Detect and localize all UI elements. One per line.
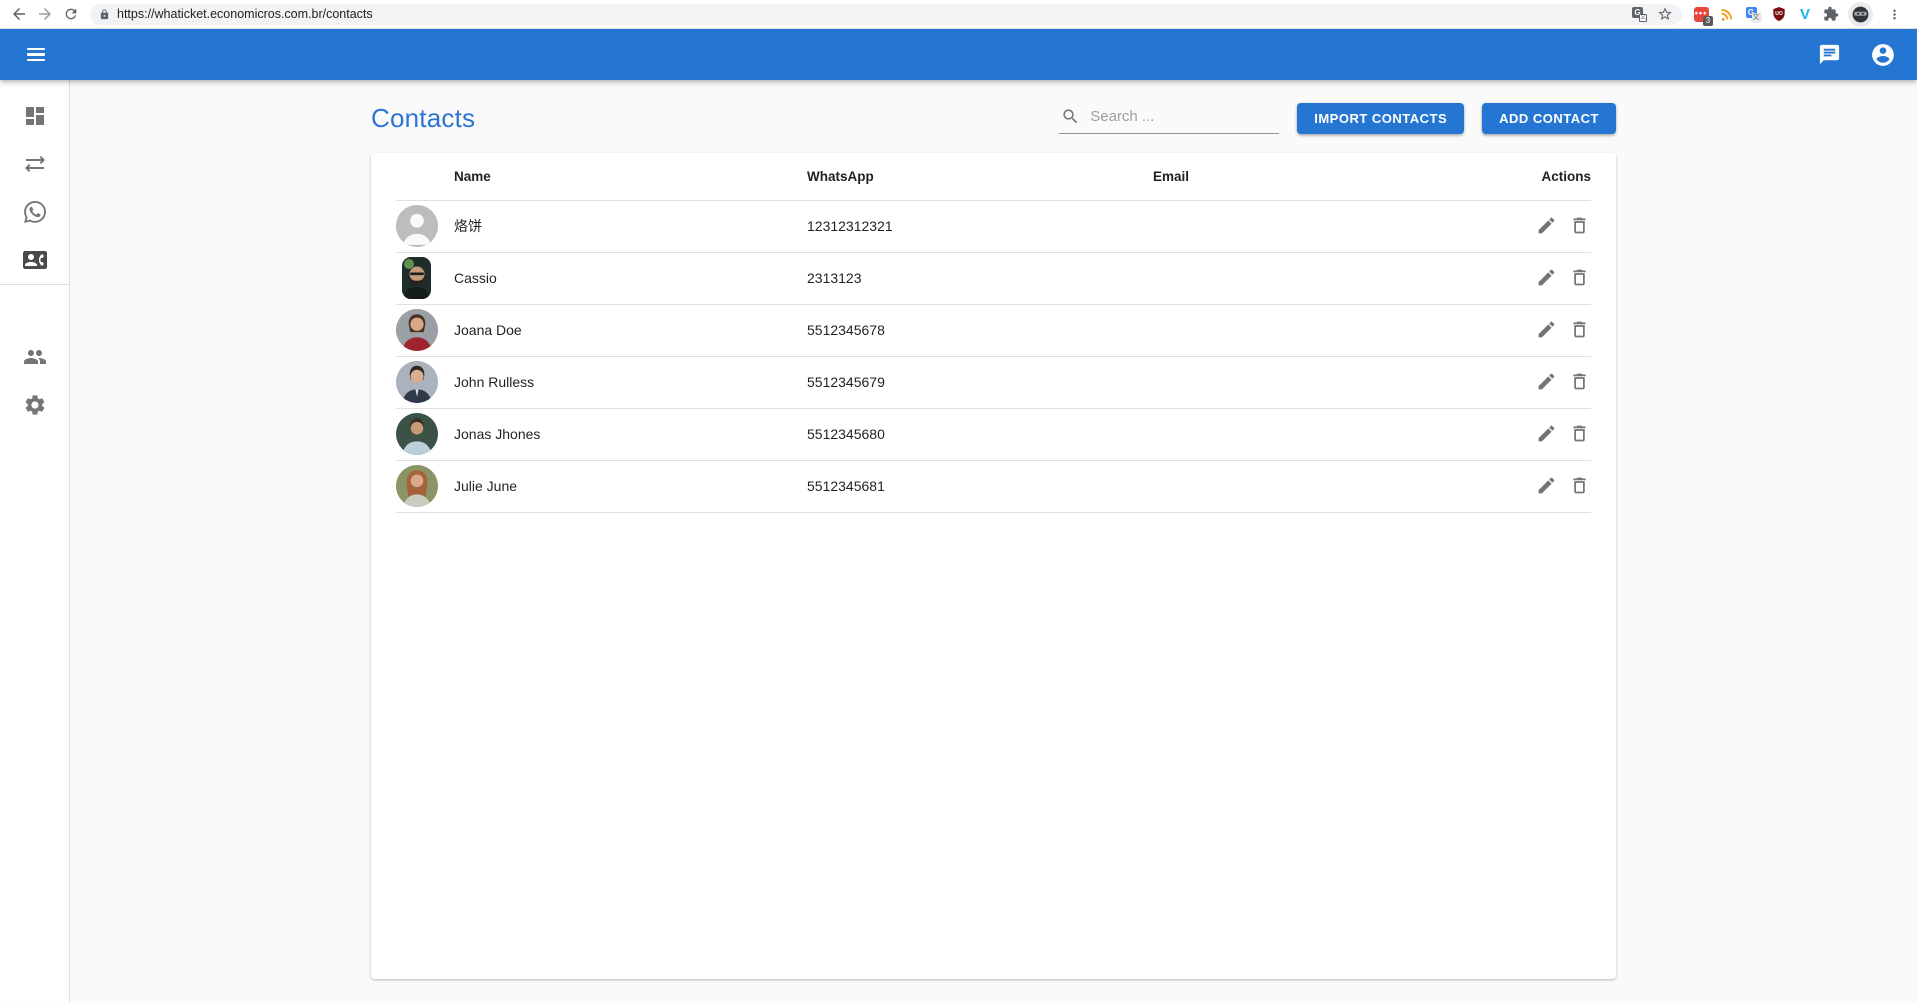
contact-email [1153,200,1461,252]
contact-email [1153,460,1461,512]
delete-trash-icon[interactable] [1567,213,1591,237]
delete-trash-icon[interactable] [1567,473,1591,497]
connections-sync-icon [23,152,47,176]
translate-page-icon[interactable]: G文 [1632,7,1647,22]
add-contact-button[interactable]: ADD CONTACT [1482,103,1616,134]
contact-name: John Rulless [454,356,807,408]
edit-pencil-icon[interactable] [1534,473,1558,497]
svg-text:UO: UO [1775,11,1783,17]
table-row: Cassio 2313123 [396,252,1591,304]
table-row: Julie June 5512345681 [396,460,1591,512]
app-header [0,29,1917,80]
forward-icon[interactable] [32,1,58,27]
actions-column-header: Actions [1461,153,1591,200]
contact-photo-avatar [396,361,438,403]
profile-ninja-avatar[interactable] [1848,2,1873,27]
bookmark-star-icon[interactable] [1657,6,1673,22]
edit-pencil-icon[interactable] [1534,421,1558,445]
contact-name: Julie June [454,460,807,512]
email-column-header: Email [1153,153,1461,200]
contact-name: Cassio [454,252,807,304]
contact-email [1153,408,1461,460]
search-icon [1061,107,1080,126]
edit-pencil-icon[interactable] [1534,369,1558,393]
delete-trash-icon[interactable] [1567,265,1591,289]
sidebar-divider [0,284,69,285]
edit-pencil-icon[interactable] [1534,317,1558,341]
table-row: 烙饼 12312312321 [396,200,1591,252]
account-circle-icon[interactable] [1863,35,1903,75]
default-person-avatar [396,205,438,247]
users-icon [23,345,47,369]
whatsapp-icon [24,201,46,223]
settings-gear-icon [23,393,47,417]
main-content: Contacts IMPORT CONTACTS ADD CONTACT [70,80,1917,1002]
contacts-table: Name WhatsApp Email Actions 烙饼 [396,153,1591,513]
delete-trash-icon[interactable] [1567,369,1591,393]
avatar-column-header [396,153,454,200]
refresh-icon[interactable] [58,1,84,27]
contact-email [1153,252,1461,304]
browser-menu-icon[interactable] [1881,1,1907,27]
contacts-card-icon [23,248,47,272]
contact-whatsapp: 5512345678 [807,304,1153,356]
back-icon[interactable] [6,1,32,27]
ublock-shield-icon[interactable]: UO [1770,5,1788,23]
search-input[interactable] [1088,107,1277,126]
table-header-row: Name WhatsApp Email Actions [396,153,1591,200]
url-text[interactable]: https://whaticket.economicros.com.br/con… [117,7,1632,21]
rss-icon[interactable] [1718,5,1736,23]
delete-trash-icon[interactable] [1567,421,1591,445]
sidebar-item-settings[interactable] [0,381,69,429]
chat-icon[interactable] [1809,35,1849,75]
red-extension-icon[interactable]: ••• 3 [1692,5,1710,23]
contact-whatsapp: 5512345679 [807,356,1153,408]
sidebar-item-dashboard[interactable] [0,92,69,140]
table-row: John Rulless 5512345679 [396,356,1591,408]
table-row: Jonas Jhones 5512345680 [396,408,1591,460]
edit-pencil-icon[interactable] [1534,265,1558,289]
edit-pencil-icon[interactable] [1534,213,1558,237]
sidebar-item-contacts[interactable] [0,236,69,284]
contact-whatsapp: 5512345681 [807,460,1153,512]
contact-photo-avatar [402,257,431,299]
contact-name: Jonas Jhones [454,408,807,460]
search-box [1059,102,1279,134]
table-row: Joana Doe 5512345678 [396,304,1591,356]
browser-toolbar: https://whaticket.economicros.com.br/con… [0,0,1917,29]
dashboard-icon [23,104,47,128]
import-contacts-button[interactable]: IMPORT CONTACTS [1297,103,1464,134]
sidebar-nav [0,80,70,1002]
whatsapp-column-header: WhatsApp [807,153,1153,200]
address-bar[interactable]: https://whaticket.economicros.com.br/con… [90,4,1682,25]
name-column-header: Name [454,153,807,200]
contact-photo-avatar [396,309,438,351]
vimeo-icon[interactable]: V [1796,5,1814,23]
menu-icon[interactable] [14,33,58,77]
contact-whatsapp: 12312312321 [807,200,1153,252]
contact-name: 烙饼 [454,200,807,252]
sidebar-item-tickets[interactable] [0,188,69,236]
contact-photo-avatar [396,465,438,507]
contacts-card: Name WhatsApp Email Actions 烙饼 [371,153,1616,979]
contact-whatsapp: 2313123 [807,252,1153,304]
contact-email [1153,304,1461,356]
contact-name: Joana Doe [454,304,807,356]
translate-extension-icon[interactable]: G文 [1744,5,1762,23]
contact-email [1153,356,1461,408]
lock-icon [99,8,110,21]
page-title: Contacts [371,103,475,134]
sidebar-item-users[interactable] [0,333,69,381]
puzzle-extensions-icon[interactable] [1822,5,1840,23]
contact-photo-avatar [396,413,438,455]
contact-whatsapp: 5512345680 [807,408,1153,460]
extensions-cluster: ••• 3 G文 UO V [1688,1,1911,27]
sidebar-item-connections[interactable] [0,140,69,188]
delete-trash-icon[interactable] [1567,317,1591,341]
extension-badge: 3 [1703,16,1713,26]
